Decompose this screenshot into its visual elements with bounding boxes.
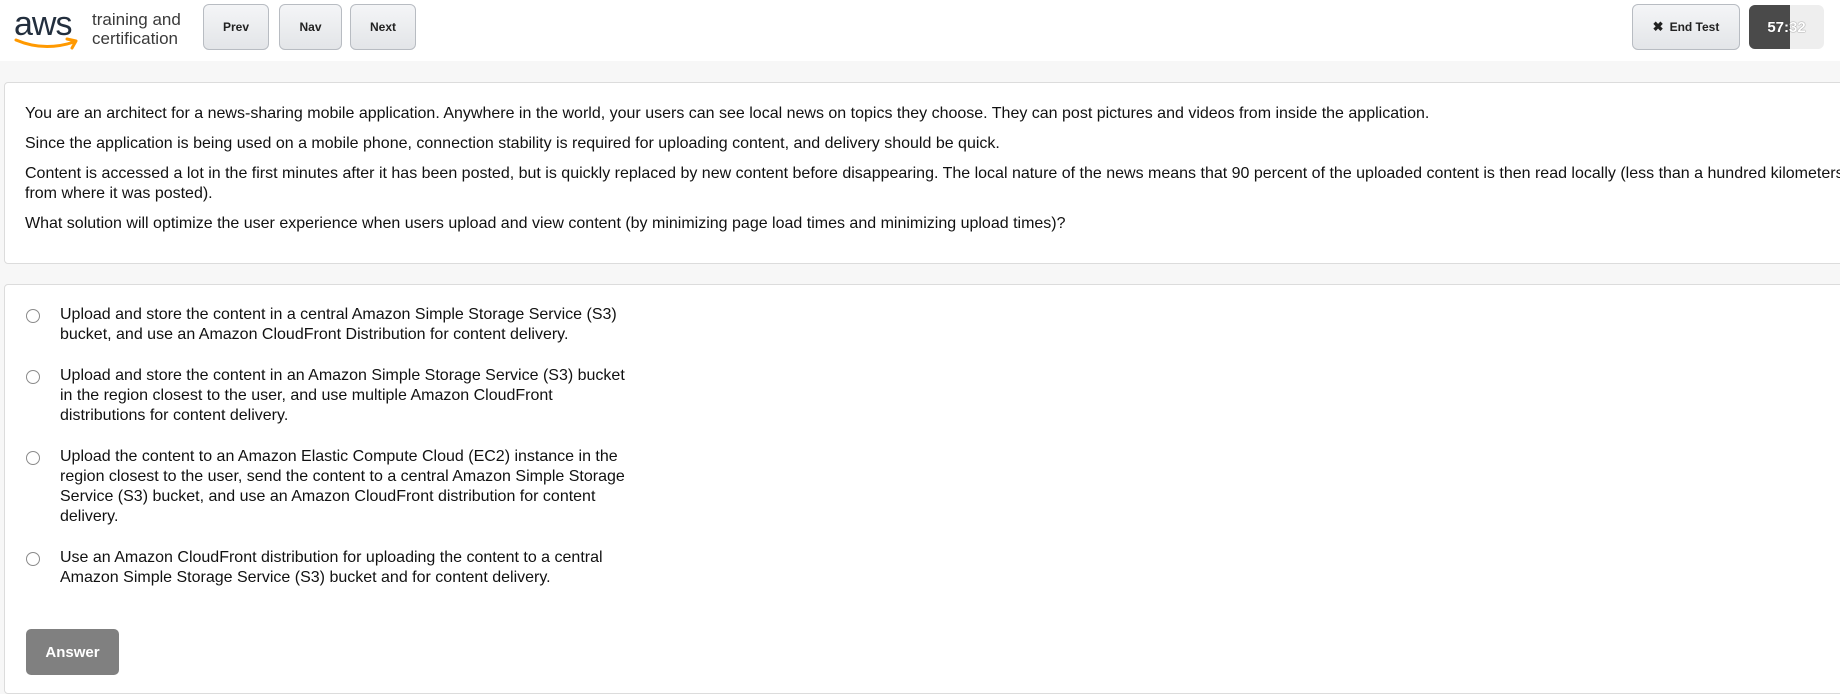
end-test-label: End Test xyxy=(1669,20,1720,34)
logo-tagline: training and certification xyxy=(92,10,181,48)
question-paragraph: Since the application is being used on a… xyxy=(25,135,1000,152)
logo-tagline-line1: training and xyxy=(92,10,181,29)
answer-option-text: Upload the content to an Amazon Elastic … xyxy=(60,448,625,525)
question-paragraph: You are an architect for a news-sharing … xyxy=(25,105,1430,122)
header-bar: aws training and certification Prev Nav … xyxy=(0,0,1840,61)
prev-button[interactable]: Prev xyxy=(203,4,269,50)
next-button[interactable]: Next xyxy=(350,4,416,50)
next-button-label: Next xyxy=(369,20,396,34)
close-icon: ✖ xyxy=(1652,19,1664,34)
aws-smile-icon xyxy=(14,37,78,50)
question-panel: You are an architect for a news-sharing … xyxy=(4,82,1840,264)
radio-button[interactable] xyxy=(26,309,40,323)
radio-button[interactable] xyxy=(26,451,40,465)
answer-button[interactable]: Answer xyxy=(26,629,119,675)
radio-button[interactable] xyxy=(26,370,40,384)
aws-training-logo: aws training and certification xyxy=(14,6,194,56)
radio-button[interactable] xyxy=(26,552,40,566)
answer-button-label: Answer xyxy=(45,643,100,661)
nav-button[interactable]: Nav xyxy=(279,4,342,50)
timer-text: 57:32 xyxy=(1767,18,1806,36)
question-paragraph: from where it was posted). xyxy=(25,185,213,202)
question-prompt: What solution will optimize the user exp… xyxy=(25,215,1066,232)
answers-panel: Upload and store the content in a centra… xyxy=(4,284,1840,694)
prev-button-label: Prev xyxy=(222,20,250,34)
question-paragraph: Content is accessed a lot in the first m… xyxy=(25,165,1840,182)
answer-option-text: Use an Amazon CloudFront distribution fo… xyxy=(60,549,603,586)
end-test-button[interactable]: ✖ End Test xyxy=(1632,4,1740,50)
logo-tagline-line2: certification xyxy=(92,29,178,48)
answer-option-text: Upload and store the content in an Amazo… xyxy=(60,367,625,424)
timer: 57:32 xyxy=(1749,5,1824,49)
answer-option-text: Upload and store the content in a centra… xyxy=(60,306,617,343)
nav-button-label: Nav xyxy=(299,20,322,34)
